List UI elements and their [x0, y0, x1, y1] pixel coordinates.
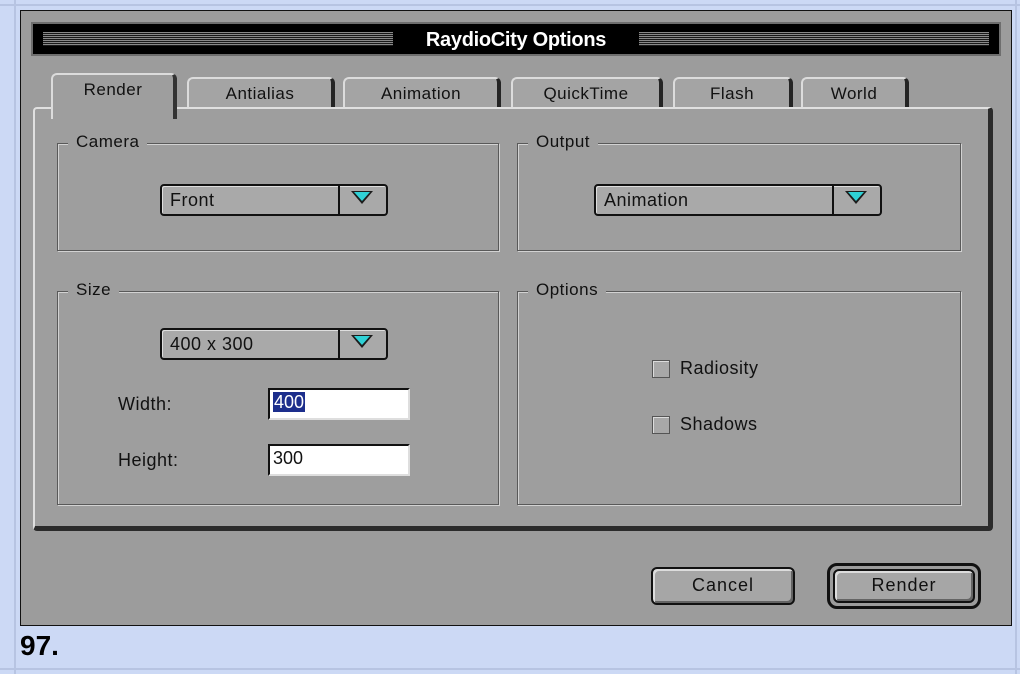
radiosity-label[interactable]: Radiosity — [680, 358, 759, 379]
shadows-label[interactable]: Shadows — [680, 414, 758, 435]
chevron-down-icon — [845, 191, 867, 204]
camera-select-arrow[interactable] — [338, 186, 386, 214]
tab-render[interactable]: Render — [51, 73, 177, 119]
output-select[interactable]: Animation — [594, 184, 882, 216]
options-group: Options Radiosity Shadows — [517, 280, 961, 505]
chevron-down-icon — [351, 335, 373, 348]
output-select-value: Animation — [604, 190, 689, 210]
tab-label: Render — [83, 80, 143, 99]
title-bar[interactable]: RaydioCity Options — [31, 22, 1001, 56]
camera-select[interactable]: Front — [160, 184, 388, 216]
cancel-button[interactable]: Cancel — [651, 567, 795, 605]
options-group-label: Options — [528, 280, 607, 300]
width-field-value: 400 — [273, 392, 306, 412]
page-rule-top — [0, 4, 1020, 6]
radiosity-checkbox-box[interactable] — [652, 360, 670, 378]
options-dialog: RaydioCity Options Render Antialias Anim… — [20, 10, 1012, 626]
figure-caption: 97. — [20, 630, 59, 661]
height-field[interactable]: 300 — [268, 444, 410, 476]
size-preset-arrow[interactable] — [338, 330, 386, 358]
shadows-checkbox-box[interactable] — [652, 416, 670, 434]
tab-label: QuickTime — [543, 84, 629, 103]
camera-select-value: Front — [170, 190, 215, 210]
camera-group-label: Camera — [68, 132, 148, 152]
page-rule-bottom — [0, 668, 1020, 670]
tab-label: Antialias — [225, 84, 295, 103]
camera-group: Camera Front — [57, 132, 499, 251]
window-title: RaydioCity Options — [425, 29, 607, 51]
render-button[interactable]: Render — [833, 569, 975, 603]
width-field[interactable]: 400 — [268, 388, 410, 420]
size-group-label: Size — [68, 280, 120, 300]
page-rule-right — [1015, 0, 1017, 674]
height-label: Height: — [118, 450, 179, 470]
output-group-label: Output — [528, 132, 599, 152]
output-select-arrow[interactable] — [832, 186, 880, 214]
height-field-value: 300 — [273, 448, 304, 468]
render-tab-panel: Camera Front Output Animation Size 400 x… — [33, 107, 993, 531]
chevron-down-icon — [351, 191, 373, 204]
tab-label: Flash — [709, 84, 755, 103]
render-button-label: Render — [871, 575, 937, 595]
output-group: Output Animation — [517, 132, 961, 251]
size-preset-value: 400 x 300 — [170, 334, 254, 354]
size-group: Size 400 x 300 Width: 400 Height: 300 — [57, 280, 499, 505]
tab-label: World — [830, 84, 878, 103]
cancel-button-label: Cancel — [691, 575, 755, 595]
page-rule-left — [14, 0, 16, 674]
tab-label: Animation — [380, 84, 462, 103]
render-button-default-ring[interactable]: Render — [827, 563, 981, 609]
width-label: Width: — [118, 394, 173, 414]
size-preset-select[interactable]: 400 x 300 — [160, 328, 388, 360]
